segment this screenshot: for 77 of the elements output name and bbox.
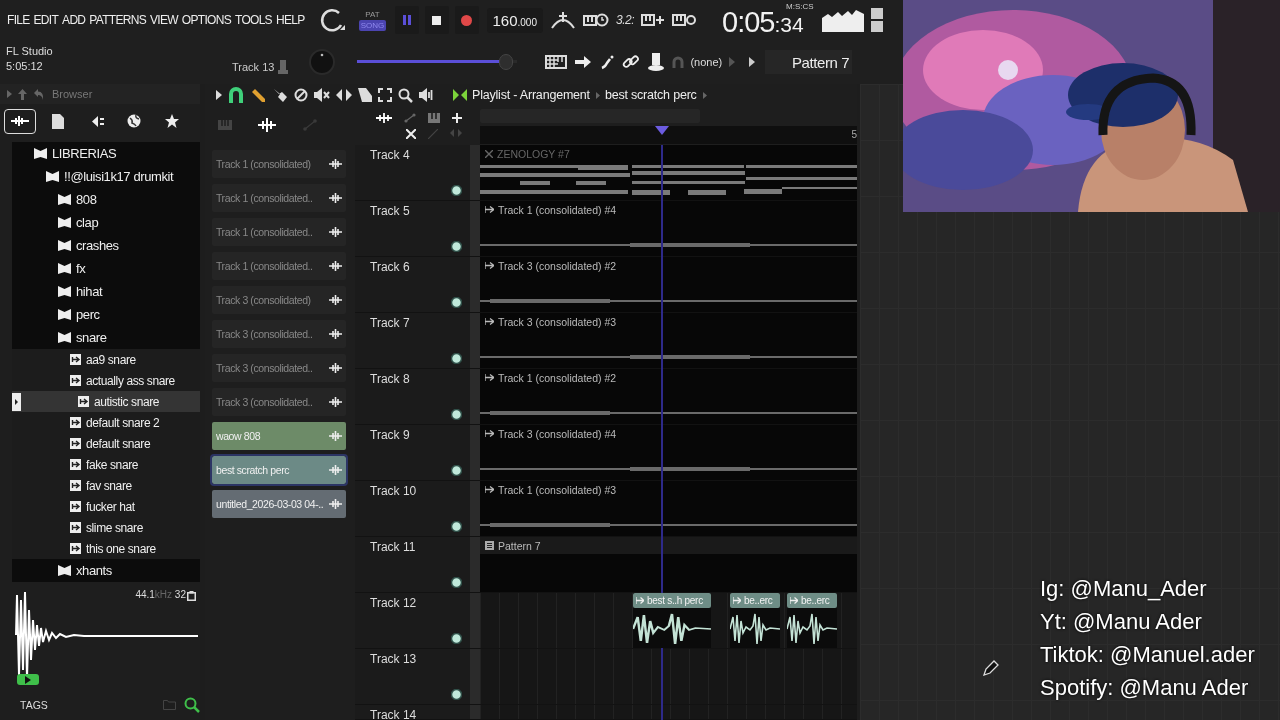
track-name: Track 11 <box>370 541 417 553</box>
sample-info: 44.1kHz 32 <box>135 589 186 600</box>
sample-item[interactable]: autistic snare <box>12 391 200 412</box>
clip-label: Track 3 (consolidated) #2 <box>498 259 617 272</box>
audio-clip[interactable]: Track 1 (consolidated) #2 <box>480 369 857 424</box>
clip-source-item[interactable]: Track 3 (consolidated.. <box>212 388 346 416</box>
track-name: Track 8 <box>370 373 411 385</box>
channel-name: Track 13 <box>232 61 275 73</box>
folder-item[interactable]: clap <box>12 211 200 234</box>
clip-label: Track 1 (consolidated) #2 <box>498 371 617 384</box>
snap-button[interactable]: 3.2: <box>616 13 634 27</box>
audio-clip[interactable]: Track 1 (consolidated) #3 <box>480 481 857 536</box>
track-name: Track 7 <box>370 317 411 329</box>
clip-label: Track 3 (consolidated) #3 <box>498 315 617 328</box>
clip-source-item[interactable]: Track 1 (consolidated.. <box>212 184 346 212</box>
clip-label: Track 3 (consolidated) #4 <box>498 427 617 440</box>
bar-number: 5 <box>851 129 857 140</box>
pattern-clip[interactable]: Pattern 7 <box>480 537 857 592</box>
clip-source-item[interactable]: Track 1 (consolidated.. <box>212 252 346 280</box>
social-handle: Yt: @Manu Ader <box>1040 608 1203 636</box>
clip-label: Track 1 (consolidated) #3 <box>498 483 617 496</box>
audio-clip[interactable]: Track 1 (consolidated) #4 <box>480 201 857 256</box>
current-clip-name[interactable]: best scratch perc <box>604 88 697 102</box>
menu-item[interactable]: ADD <box>62 13 86 27</box>
clip-label: be..erc <box>744 595 773 606</box>
folder-item[interactable]: LIBRERIAS <box>12 142 200 165</box>
menu-item[interactable]: TOOLS <box>234 13 272 27</box>
audio-clip[interactable]: Track 3 (consolidated) #2 <box>480 257 857 312</box>
clip-source-item[interactable]: Track 3 (consolidated) <box>212 286 346 314</box>
pattern-clip[interactable]: ZENOLOGY #7 <box>480 145 857 200</box>
track-name: Track 9 <box>370 429 411 441</box>
clip-label: Pattern 7 <box>498 539 541 552</box>
clip-source-item[interactable]: Track 3 (consolidated.. <box>212 320 346 348</box>
browser-title: Browser <box>52 88 93 100</box>
hint-title: FL Studio <box>6 44 54 59</box>
clip-source-item[interactable]: Track 1 (consolidated) <box>212 150 346 178</box>
tempo-display[interactable]: 160.000 <box>486 7 543 33</box>
social-handle: Spotify: @Manu Ader <box>1040 674 1250 702</box>
mode-toggle[interactable]: PAT <box>363 9 382 20</box>
menu-item[interactable]: EDIT <box>33 13 59 27</box>
clip-source-item[interactable]: untitled_2026-03-03 04-.. <box>212 490 346 518</box>
track-name: Track 5 <box>370 205 411 217</box>
audio-clip[interactable]: Track 3 (consolidated) #4 <box>480 425 857 480</box>
mixer-track-label[interactable]: (none) <box>690 56 723 68</box>
folder-item[interactable]: perc <box>12 303 200 326</box>
clip-label: Track 1 (consolidated) #4 <box>498 203 617 216</box>
track-name: Track 14 <box>370 709 418 720</box>
track-name: Track 13 <box>370 653 418 665</box>
menu-item[interactable]: PATTERNS <box>89 13 146 27</box>
menu-item[interactable]: OPTIONS <box>181 13 231 27</box>
hint-text: 5:05:12 <box>6 59 44 74</box>
menu-item[interactable]: HELP <box>275 13 305 27</box>
folder-item[interactable]: xhants <box>12 559 200 582</box>
pattern-selector[interactable]: Pattern 7 <box>765 50 853 74</box>
clip-label: best s..h perc <box>647 595 703 606</box>
clip-label: ZENOLOGY #7 <box>497 147 570 160</box>
track-name: Track 10 <box>370 485 418 497</box>
folder-item[interactable]: !!@luisi1k17 drumkit <box>12 165 200 188</box>
folder-item[interactable]: hihat <box>12 280 200 303</box>
folder-item[interactable]: 808 <box>12 188 200 211</box>
window-title: Playlist - Arrangement <box>472 88 590 102</box>
folder-item[interactable]: snare <box>12 326 200 349</box>
social-handle: Ig: @Manu_Ader <box>1040 575 1208 603</box>
folder-item[interactable]: crashes <box>12 234 200 257</box>
social-handle: Tiktok: @Manuel.ader <box>1040 641 1255 669</box>
tags-label: TAGS <box>20 699 49 711</box>
clip-source-item[interactable]: Track 1 (consolidated.. <box>212 218 346 246</box>
audio-clip[interactable]: Track 3 (consolidated) #3 <box>480 313 857 368</box>
track-name: Track 4 <box>370 149 411 161</box>
folder-item[interactable]: fx <box>12 257 200 280</box>
menu-item[interactable]: VIEW <box>150 13 178 27</box>
clip-source-item[interactable]: Track 3 (consolidated.. <box>212 354 346 382</box>
track-name: Track 12 <box>370 597 418 609</box>
timeline-ruler[interactable]: 5 <box>480 126 857 144</box>
track-name: Track 6 <box>370 261 411 273</box>
menu-item[interactable]: FILE <box>7 13 30 27</box>
clip-label: be..erc <box>801 595 830 606</box>
